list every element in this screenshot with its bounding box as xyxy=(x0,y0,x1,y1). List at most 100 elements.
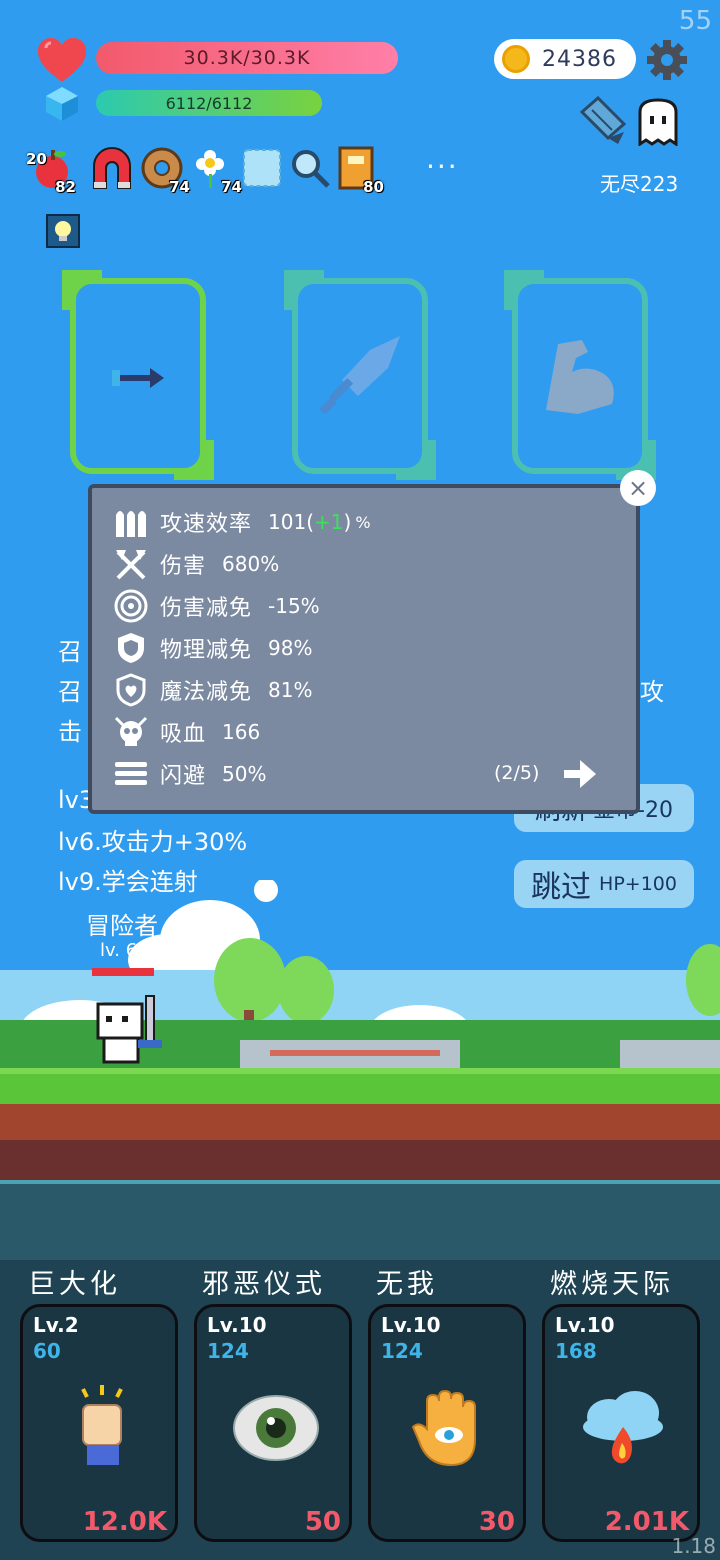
hero-name: 冒险者 xyxy=(86,912,158,940)
magnet-icon xyxy=(93,147,131,189)
hp-text: 30.3K/30.3K xyxy=(183,47,311,69)
stat-name: 攻速效率 xyxy=(160,512,253,537)
skill-level: Lv.10 xyxy=(555,1313,615,1337)
bicep-icon xyxy=(546,340,614,414)
stat-row-lifesteal: 吸血 166 xyxy=(112,714,260,750)
item-donut[interactable]: 74 xyxy=(140,146,190,196)
skill-desc-line-1: 召 xyxy=(58,638,82,666)
dodge-icon xyxy=(115,762,147,785)
coin-counter: 24386 xyxy=(494,39,636,79)
skull-icon xyxy=(114,716,148,746)
skill-lv6-text: lv6.攻击力+30% xyxy=(58,828,248,856)
bullets-icon xyxy=(116,511,146,537)
ground-dirt-deep xyxy=(0,1140,720,1180)
skill-title-1: 巨大化 xyxy=(28,1269,121,1300)
close-icon: × xyxy=(627,474,649,502)
stat-value: 81% xyxy=(268,678,313,702)
skill-card-giant[interactable]: Lv.2 60 12.0K xyxy=(20,1304,178,1542)
stat-name: 魔法减免 xyxy=(160,680,253,705)
axes-icon xyxy=(116,550,146,580)
raised-fist-icon xyxy=(81,1385,123,1465)
stat-name: 伤害减免 xyxy=(160,596,253,621)
card-arrow[interactable] xyxy=(62,270,214,480)
skill-value: 60 xyxy=(33,1339,61,1363)
ice-block-icon xyxy=(243,149,281,187)
fire-cloud-icon xyxy=(583,1391,663,1464)
skill-cost: 12.0K xyxy=(82,1507,167,1537)
stat-value: 680% xyxy=(222,552,280,576)
item-count: 74 xyxy=(169,178,190,196)
ground-dirt xyxy=(0,1104,720,1140)
skill-level: Lv.10 xyxy=(207,1313,267,1337)
stat-name: 伤害 xyxy=(160,554,207,579)
version-label: 1.18 xyxy=(671,1534,716,1558)
item-magnet[interactable] xyxy=(90,146,134,190)
stat-suffix: % xyxy=(355,512,371,532)
fishbone-icon[interactable] xyxy=(578,96,630,146)
item-count: 82 xyxy=(55,178,76,196)
skill-desc-line-2-end: 攻 xyxy=(640,678,664,706)
settings-gear-icon[interactable] xyxy=(646,39,688,81)
mp-bar: 6112/6112 xyxy=(96,90,322,116)
hp-bar: 30.3K/30.3K xyxy=(96,42,398,74)
mana-crystal-icon xyxy=(46,87,78,121)
skill-cost: 30 xyxy=(478,1507,515,1537)
coin-value: 24386 xyxy=(542,46,617,72)
knight-hero-sprite xyxy=(96,995,162,1064)
stat-row-attack-speed: 攻速效率 101 ( +1 ) % xyxy=(112,504,371,540)
fps-counter: 55 xyxy=(678,6,712,36)
item-magnifier[interactable] xyxy=(288,146,332,190)
stats-popup: 攻速效率 101 ( +1 ) % 伤害 680% 伤害减免 -15% 物理减免… xyxy=(88,484,640,814)
skill-card-selfless[interactable]: Lv.10 124 30 xyxy=(368,1304,526,1542)
stat-row-damage: 伤害 680% xyxy=(112,546,279,582)
lightbulb-icon[interactable] xyxy=(46,214,80,248)
stat-name: 吸血 xyxy=(160,722,207,747)
ground-grass xyxy=(0,1068,720,1104)
next-page-arrow-icon[interactable] xyxy=(562,758,598,790)
card-muscle[interactable] xyxy=(504,270,656,480)
skill-title-4: 燃烧天际 xyxy=(550,1269,674,1300)
item-apple[interactable]: 20 82 xyxy=(26,146,76,196)
sword-icon xyxy=(319,336,400,415)
stat-name: 闪避 xyxy=(160,764,207,789)
stat-row-damage-reduction: 伤害减免 -15% xyxy=(112,588,320,624)
item-bar: 20 82 74 74 80 xyxy=(26,146,386,196)
magic-shield-icon xyxy=(116,673,146,707)
hero-level: lv. 6 xyxy=(100,940,138,961)
skill-card-burning-sky[interactable]: Lv.10 168 2.01K xyxy=(542,1304,700,1542)
item-count: 80 xyxy=(363,178,384,196)
stats-page-indicator: (2/5) xyxy=(494,762,540,784)
ghost-icon[interactable] xyxy=(634,98,682,146)
magnifier-icon xyxy=(292,150,330,188)
item-count: 74 xyxy=(221,178,242,196)
close-popup-button[interactable]: × xyxy=(620,470,656,506)
more-items-button[interactable]: ··· xyxy=(426,150,459,183)
stat-value: 50% xyxy=(222,762,267,786)
skill-title-2: 邪恶仪式 xyxy=(202,1269,326,1300)
item-book[interactable]: 80 xyxy=(334,146,384,196)
item-apple-left-count: 20 xyxy=(26,150,47,168)
stat-row-dodge: 闪避 50% xyxy=(112,756,266,792)
endless-stage-label: 无尽223 xyxy=(600,172,679,196)
stat-value: 98% xyxy=(268,636,313,660)
card-sword[interactable] xyxy=(284,270,436,480)
stat-value: 166 xyxy=(222,720,261,744)
skill-card-evil-ritual[interactable]: Lv.10 124 50 xyxy=(194,1304,352,1542)
item-ice-block[interactable] xyxy=(240,146,284,190)
hamsa-hand-icon xyxy=(411,1389,476,1467)
stat-paren-close: ) xyxy=(343,510,352,534)
skill-value: 124 xyxy=(381,1339,423,1363)
stat-paren-open: ( xyxy=(306,510,315,534)
stat-value: -15% xyxy=(268,594,320,618)
skill-level: Lv.10 xyxy=(381,1313,441,1337)
item-flower[interactable]: 74 xyxy=(192,146,242,196)
arrow-icon xyxy=(112,368,164,388)
skill-desc-line-3: 击 xyxy=(58,718,82,746)
stat-row-physical-reduction: 物理减免 98% xyxy=(112,630,312,666)
target-icon xyxy=(114,589,148,623)
mp-text: 6112/6112 xyxy=(165,93,253,113)
skill-cost: 50 xyxy=(304,1507,341,1537)
hero-hp-bar xyxy=(92,968,154,976)
skill-level: Lv.2 xyxy=(33,1313,79,1337)
skill-value: 124 xyxy=(207,1339,249,1363)
